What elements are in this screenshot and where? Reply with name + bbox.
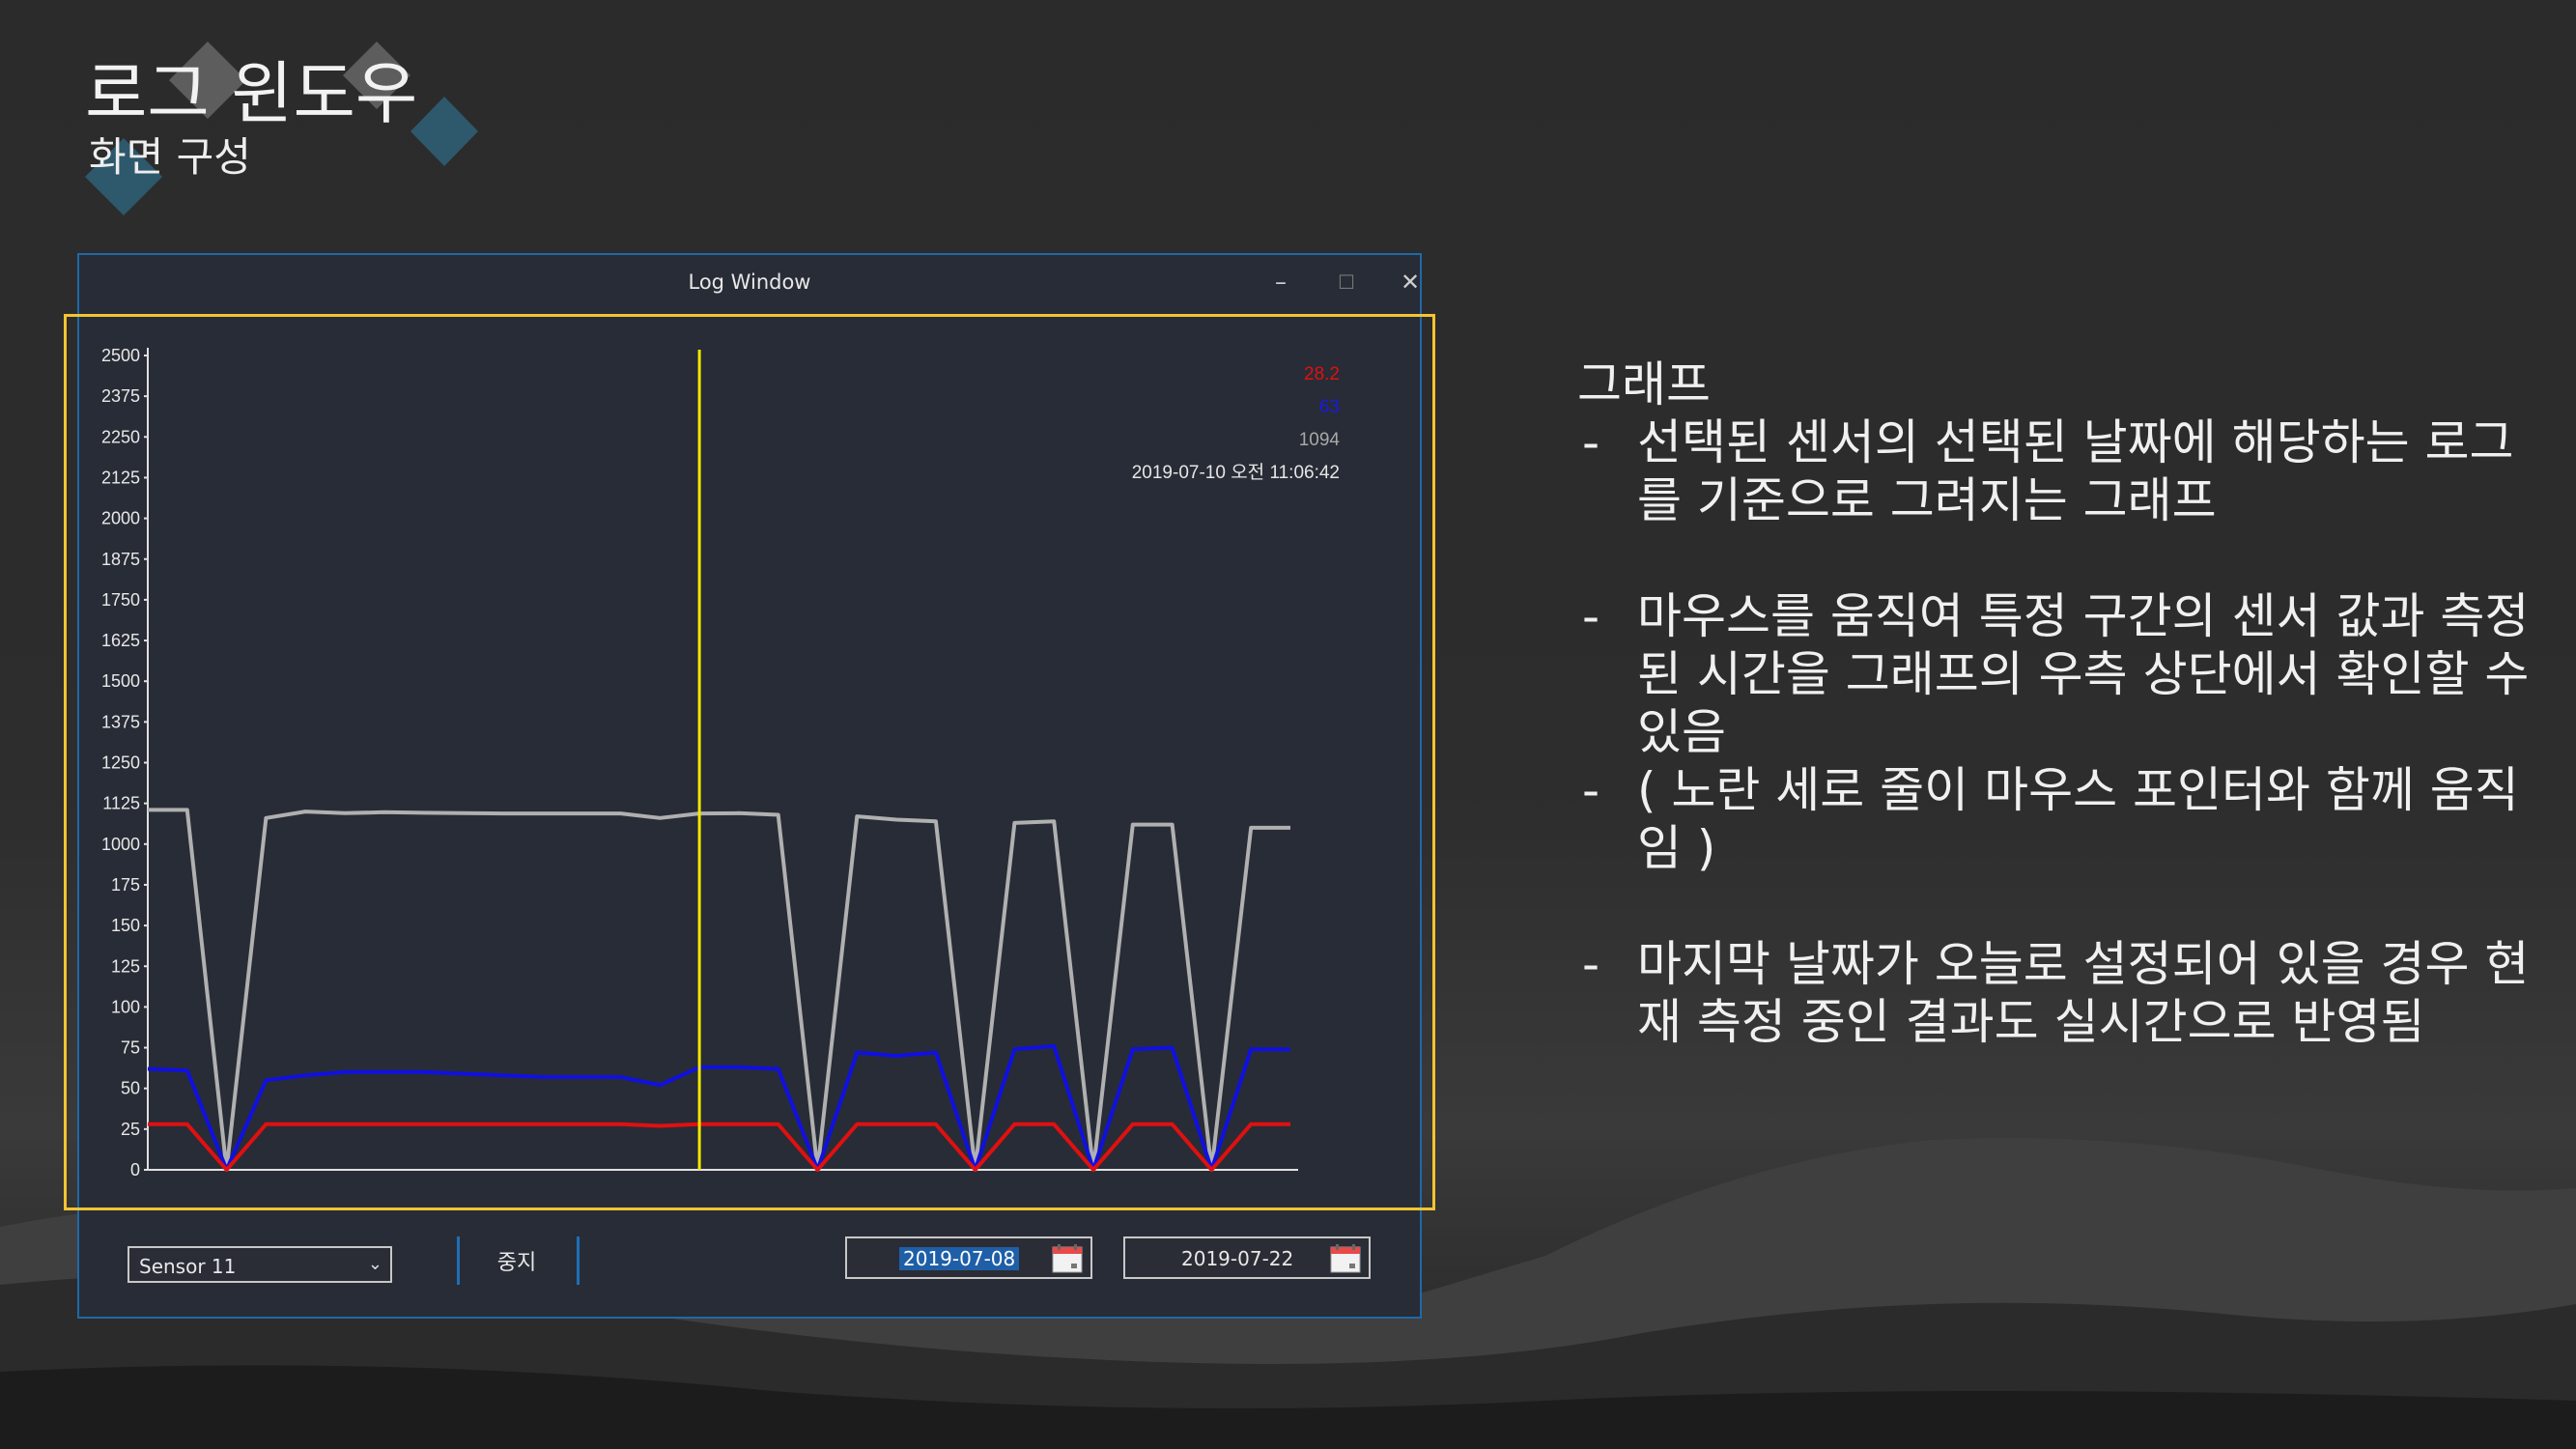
series-layer xyxy=(147,808,1290,1172)
bullet-dash: - xyxy=(1582,936,1600,992)
y-tick-label: 1875 xyxy=(101,550,140,569)
sensor-select-value: Sensor 11 xyxy=(139,1255,237,1278)
y-tick-label: 1000 xyxy=(101,835,140,854)
bullet-dash: - xyxy=(1582,414,1600,470)
bullet-dash: - xyxy=(1582,762,1600,818)
y-tick-label: 2125 xyxy=(101,468,140,487)
y-tick-label: 1375 xyxy=(101,712,140,731)
start-date-picker[interactable]: 2019-07-08 xyxy=(845,1236,1092,1279)
y-tick-label: 175 xyxy=(111,875,140,895)
y-tick-label: 1625 xyxy=(101,631,140,650)
slide-subtitle: 화면 구성 xyxy=(89,133,251,181)
sensor-select[interactable]: Sensor 11 ⌄ xyxy=(127,1246,392,1283)
start-date-text[interactable]: 2019-07-08 xyxy=(899,1247,1020,1270)
readout-value-red: 28.2 xyxy=(1304,364,1340,384)
y-tick-label: 25 xyxy=(121,1120,140,1139)
calendar-icon[interactable] xyxy=(1330,1244,1361,1273)
bullet-text: 마지막 날짜가 오늘로 설정되어 있을 경우 현재 측정 중인 결과도 실시간으… xyxy=(1637,936,2530,1050)
stop-button[interactable]: 중지 xyxy=(464,1243,570,1284)
y-tick-label: 1500 xyxy=(101,671,140,691)
description-bullet: - 마지막 날짜가 오늘로 설정되어 있을 경우 현재 측정 중인 결과도 실시… xyxy=(1577,935,2543,1051)
y-tick-label: 2500 xyxy=(101,346,140,365)
slide-title: 로그 윈도우 xyxy=(85,54,418,133)
readout-value-gray: 1094 xyxy=(1299,430,1341,450)
y-tick-label: 1750 xyxy=(101,590,140,610)
series-line-blue xyxy=(147,1043,1290,1172)
series-line-gray xyxy=(148,808,1290,1172)
description-panel: 그래프 - 선택된 센서의 선택된 날짜에 해당하는 로그를 기준으로 그려지는… xyxy=(1577,355,2543,1051)
description-bullet: - ( 노란 세로 줄이 마우스 포인터와 함께 움직임 ) xyxy=(1577,761,2543,877)
series-line-red xyxy=(148,1122,1290,1172)
axis-line xyxy=(147,348,1298,1171)
y-tick-label: 50 xyxy=(121,1079,140,1098)
readout-value-blue: 63 xyxy=(1319,397,1340,417)
y-tick-label: 1250 xyxy=(101,753,140,773)
y-tick-label: 150 xyxy=(111,916,140,935)
y-tick-label: 75 xyxy=(121,1038,140,1058)
maximize-button[interactable]: ☐ xyxy=(1323,263,1370,301)
y-tick-label: 125 xyxy=(111,956,140,976)
calendar-icon[interactable] xyxy=(1052,1244,1083,1273)
end-date-text[interactable]: 2019-07-22 xyxy=(1177,1247,1297,1270)
window-title: Log Window xyxy=(688,270,811,294)
window-titlebar[interactable]: Log Window – ☐ ✕ xyxy=(79,255,1421,313)
description-bullet: - 마우스를 움직여 특정 구간의 센서 값과 측정된 시간을 그래프의 우측 … xyxy=(1577,587,2543,761)
bullet-dash: - xyxy=(1582,588,1600,644)
y-tick-label: 2375 xyxy=(101,386,140,406)
chevron-down-icon: ⌄ xyxy=(367,1254,382,1274)
close-button[interactable]: ✕ xyxy=(1387,263,1433,301)
separator xyxy=(457,1236,460,1285)
y-tick-label: 1125 xyxy=(102,794,140,813)
y-tick-label: 100 xyxy=(111,997,140,1016)
minimize-button[interactable]: – xyxy=(1258,263,1304,301)
readout-timestamp: 2019-07-10 오전 11:06:42 xyxy=(1132,462,1340,483)
bullet-text: 선택된 센서의 선택된 날짜에 해당하는 로그를 기준으로 그려지는 그래프 xyxy=(1637,414,2514,528)
y-tick-label: 2000 xyxy=(101,509,140,528)
y-tick-label: 0 xyxy=(130,1160,140,1179)
y-tick-label: 2250 xyxy=(101,427,140,446)
separator xyxy=(577,1236,580,1285)
end-date-picker[interactable]: 2019-07-22 xyxy=(1123,1236,1371,1279)
bullet-text: ( 노란 세로 줄이 마우스 포인터와 함께 움직임 ) xyxy=(1637,762,2519,876)
description-bullet: - 선택된 센서의 선택된 날짜에 해당하는 로그를 기준으로 그려지는 그래프 xyxy=(1577,413,2543,529)
description-heading: 그래프 xyxy=(1577,356,1711,412)
bullet-text: 마우스를 움직여 특정 구간의 센서 값과 측정된 시간을 그래프의 우측 상단… xyxy=(1637,588,2530,760)
sensor-log-chart[interactable]: 0 25 50 75 100 125 150 175 1000 1125 1250 1375 1500 1… xyxy=(67,317,1432,1208)
